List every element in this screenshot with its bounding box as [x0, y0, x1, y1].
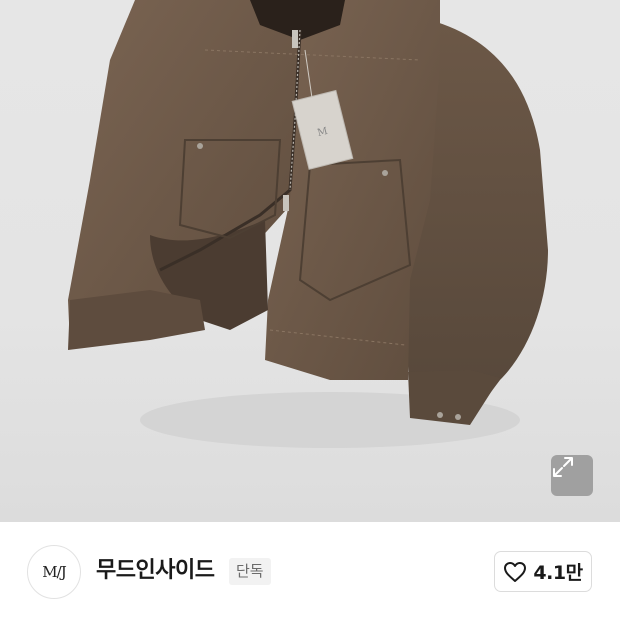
like-count: 4.1만 — [533, 562, 583, 584]
shop-name[interactable]: 무드인사이드 — [96, 556, 215, 586]
expand-image-button[interactable] — [551, 455, 593, 496]
heart-icon — [504, 561, 527, 582]
exclusive-badge: 단독 — [229, 558, 271, 585]
jacket-photo: M — [68, 0, 548, 448]
shop-logo-text: M/J — [42, 563, 66, 581]
like-button[interactable]: 4.1만 — [494, 551, 592, 592]
expand-arrows-icon — [553, 457, 573, 477]
product-image[interactable]: M — [0, 0, 620, 522]
shop-logo[interactable]: M/J — [27, 545, 81, 599]
product-detail-page: M M/J 무드인사이드 단독 4.1만 — [0, 0, 620, 620]
